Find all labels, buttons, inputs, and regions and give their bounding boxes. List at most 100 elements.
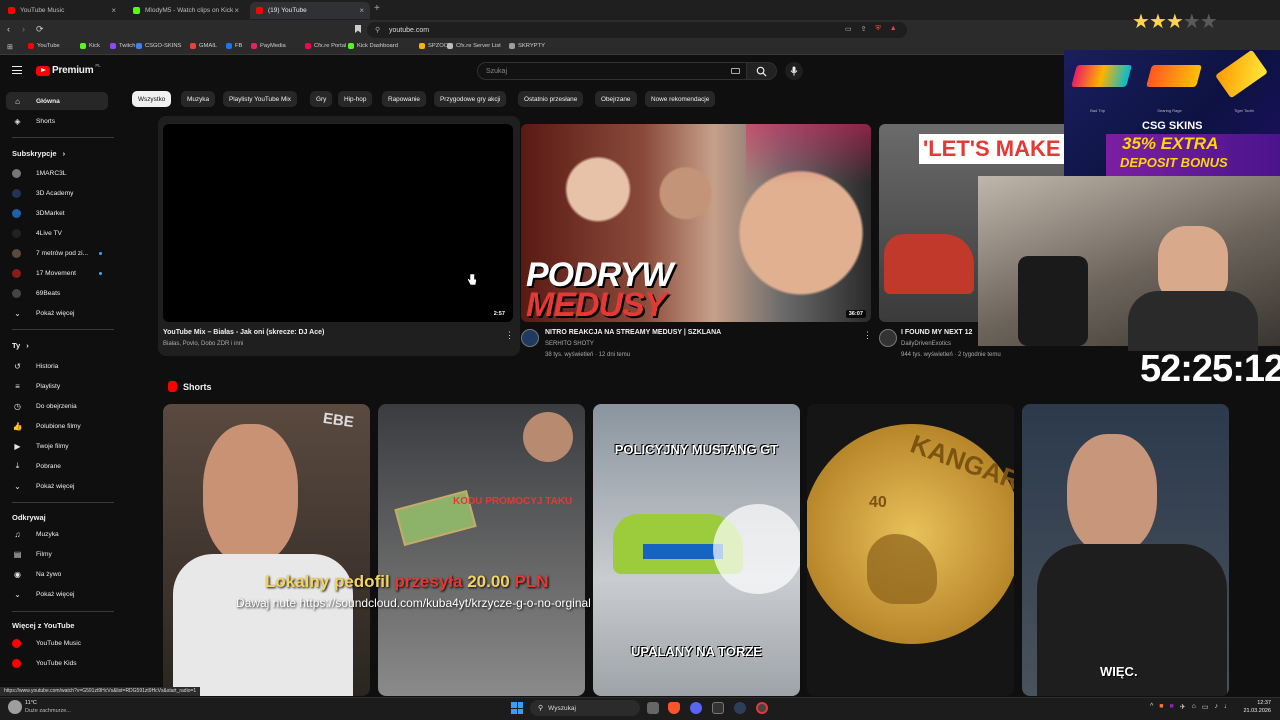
chip-filter[interactable]: Playlisty YouTube Mix — [223, 91, 297, 107]
short-card[interactable]: WIĘC. — [1022, 404, 1229, 696]
search-button[interactable] — [747, 62, 777, 80]
recording-app-icon[interactable] — [756, 702, 768, 714]
video-thumbnail[interactable]: PODRYW MEDUSY 36:07 — [521, 124, 871, 322]
chip-filter[interactable]: Muzyka — [181, 91, 216, 107]
sidebar-item-history[interactable]: ↺ Historia — [6, 357, 108, 375]
channel-avatar[interactable] — [879, 329, 897, 347]
browser-tab[interactable]: (19) YouTube × — [250, 2, 370, 19]
sidebar-item-subscription[interactable]: 7 metrów pod zi... — [6, 244, 108, 262]
obs-icon[interactable] — [734, 702, 746, 714]
reload-icon[interactable]: ⟳ — [36, 24, 44, 35]
mic-tray-icon[interactable]: ♩ — [1224, 703, 1231, 711]
channel-avatar[interactable] — [521, 329, 539, 347]
bookmark-item[interactable]: CSGO-SKINS — [136, 43, 181, 49]
clock-time[interactable]: 12:37 — [1241, 700, 1271, 706]
chip-filter[interactable]: Rapowanie — [382, 91, 426, 107]
sidebar-item-subscription[interactable]: 17 Movement — [6, 264, 108, 282]
sidebar-item-home[interactable]: ⌂ Główna — [6, 92, 108, 110]
short-card[interactable]: POLICYJNY MUSTANG GT UPALANY NA TORZE — [593, 404, 800, 696]
short-card[interactable]: KANGAROO 40 — [807, 404, 1014, 696]
chip-all[interactable]: Wszystko — [132, 91, 172, 107]
clock-date[interactable]: 21.03.2026 — [1236, 708, 1271, 714]
video-title[interactable]: NITRO REAKCJA NA STREAMY MEDUSY | SZKLAN… — [545, 329, 721, 336]
show-more-button[interactable]: ⌄ Pokaż więcej — [6, 304, 108, 322]
brave-rewards-icon[interactable]: ▲ — [890, 25, 897, 33]
sidebar-item-subscription[interactable]: 3DMarket — [6, 204, 108, 222]
weather-icon[interactable] — [8, 700, 22, 714]
chip-filter[interactable]: Ostatnio przesłane — [518, 91, 584, 107]
chip-filter[interactable]: Nowe rekomendacje — [645, 91, 716, 107]
weather-temp[interactable]: 11°C — [25, 700, 37, 706]
menu-icon[interactable] — [12, 66, 22, 74]
new-tab-button[interactable]: + — [374, 3, 380, 14]
sidebar-item-shorts[interactable]: ◈ Shorts — [6, 112, 108, 130]
sidebar-item-video[interactable]: ▶ Twoje filmy — [6, 437, 108, 455]
back-icon[interactable]: ‹ — [7, 24, 10, 34]
sidebar-item-subscription[interactable]: 69Beats — [6, 284, 108, 302]
video-channel[interactable]: Białas, Povlo, Dobo ZDR i inni — [163, 341, 243, 347]
bookmark-item[interactable]: PayMedia — [251, 43, 286, 49]
bookmark-item[interactable]: GMAIL — [190, 43, 217, 49]
brave-shield-icon[interactable]: ⛨ — [876, 25, 881, 33]
browser-tab[interactable]: MlodyM5 - Watch clips on Kick × — [127, 2, 245, 19]
more-actions-icon[interactable]: ⋮ — [863, 330, 872, 341]
tray-app-icon[interactable]: ■ — [1159, 703, 1163, 711]
sidebar-item-film[interactable]: ▤ Filmy — [6, 545, 108, 563]
video-thumbnail[interactable]: 2:57 — [163, 124, 513, 322]
bookmark-item[interactable]: SKRYPTY — [509, 43, 545, 49]
video-title[interactable]: YouTube Mix – Białas - Jak oni (skrecze:… — [163, 329, 324, 336]
voice-search-button[interactable] — [785, 62, 803, 80]
short-card[interactable]: EBE — [163, 404, 370, 696]
browser-tab[interactable]: YouTube Music × — [2, 2, 122, 19]
you-heading[interactable]: Ty › — [12, 341, 29, 350]
short-card[interactable]: KODU PROMOCYJ TAKU — [378, 404, 585, 696]
tray-app-icon[interactable]: ✈ — [1180, 703, 1186, 711]
forward-icon[interactable]: › — [22, 24, 25, 34]
bookmark-item[interactable]: FB — [226, 43, 242, 49]
volume-icon[interactable]: ♪ — [1215, 703, 1219, 711]
youtube-premium-logo[interactable]: Premium PL — [36, 63, 101, 76]
bookmark-item[interactable]: Cfx.re Portal — [305, 43, 346, 49]
video-title[interactable]: I FOUND MY NEXT 12 — [901, 329, 972, 336]
sidebar-item-like[interactable]: 👍 Polubione filmy — [6, 417, 108, 435]
search-input[interactable]: Szukaj — [477, 62, 747, 80]
task-view-icon[interactable] — [647, 702, 659, 714]
url-field[interactable]: ⚲ youtube.com — [367, 22, 907, 38]
sidebar-item-download[interactable]: ⤓ Pobrane — [6, 457, 108, 475]
sidebar-item-subscription[interactable]: 4Live TV — [6, 224, 108, 242]
close-tab-icon[interactable]: × — [359, 6, 364, 15]
video-channel[interactable]: SERHITO SHOTY — [545, 341, 594, 347]
tray-chevron-icon[interactable]: ^ — [1150, 703, 1153, 711]
sidebar-item-subscription[interactable]: 3D Academy — [6, 184, 108, 202]
more-actions-icon[interactable]: ⋮ — [505, 330, 514, 341]
tray-app-icon[interactable]: ⌂ — [1192, 703, 1196, 711]
sidebar-item-clock[interactable]: ◷ Do obejrzenia — [6, 397, 108, 415]
sidebar-item-playlist[interactable]: ≡ Playlisty — [6, 377, 108, 395]
tray-app-icon[interactable]: ■ — [1170, 703, 1174, 711]
sidebar-item-yt-app[interactable]: YouTube Kids — [6, 654, 108, 672]
sidebar-item-yt-app[interactable]: YouTube Music — [6, 634, 108, 652]
show-more-button[interactable]: ⌄ Pokaż więcej — [6, 585, 108, 603]
brave-browser-icon[interactable] — [668, 702, 680, 714]
close-tab-icon[interactable]: × — [234, 6, 239, 15]
terminal-icon[interactable] — [712, 702, 724, 714]
sidebar-item-music[interactable]: ♫ Muzyka — [6, 525, 108, 543]
chip-filter[interactable]: Obejrzane — [595, 91, 637, 107]
bookmark-item[interactable]: Kick — [80, 43, 100, 49]
video-channel[interactable]: DailyDrivenExotics — [901, 341, 951, 347]
taskbar-search[interactable]: ⚲ Wyszukaj — [530, 700, 640, 716]
share-icon[interactable]: ⇪ — [861, 25, 867, 33]
bookmark-item[interactable]: YouTube — [28, 43, 60, 49]
show-more-button[interactable]: ⌄ Pokaż więcej — [6, 477, 108, 495]
sidebar-item-subscription[interactable]: 1MARC3L — [6, 164, 108, 182]
subscriptions-heading[interactable]: Subskrypcje › — [12, 149, 65, 158]
keyboard-icon[interactable] — [731, 68, 740, 74]
bookmark-item[interactable]: SPZOO — [419, 43, 448, 49]
chip-filter[interactable]: Hip-hop — [338, 91, 373, 107]
apps-grid-icon[interactable]: ⊞ — [7, 43, 13, 51]
bookmark-item[interactable]: Twitch — [110, 43, 135, 49]
install-icon[interactable]: ▭ — [845, 25, 852, 33]
sidebar-item-live[interactable]: ◉ Na żywo — [6, 565, 108, 583]
weather-text[interactable]: Duże zachmurze... — [25, 708, 71, 714]
bookmark-item[interactable]: Cfx.re Server List — [447, 43, 501, 49]
